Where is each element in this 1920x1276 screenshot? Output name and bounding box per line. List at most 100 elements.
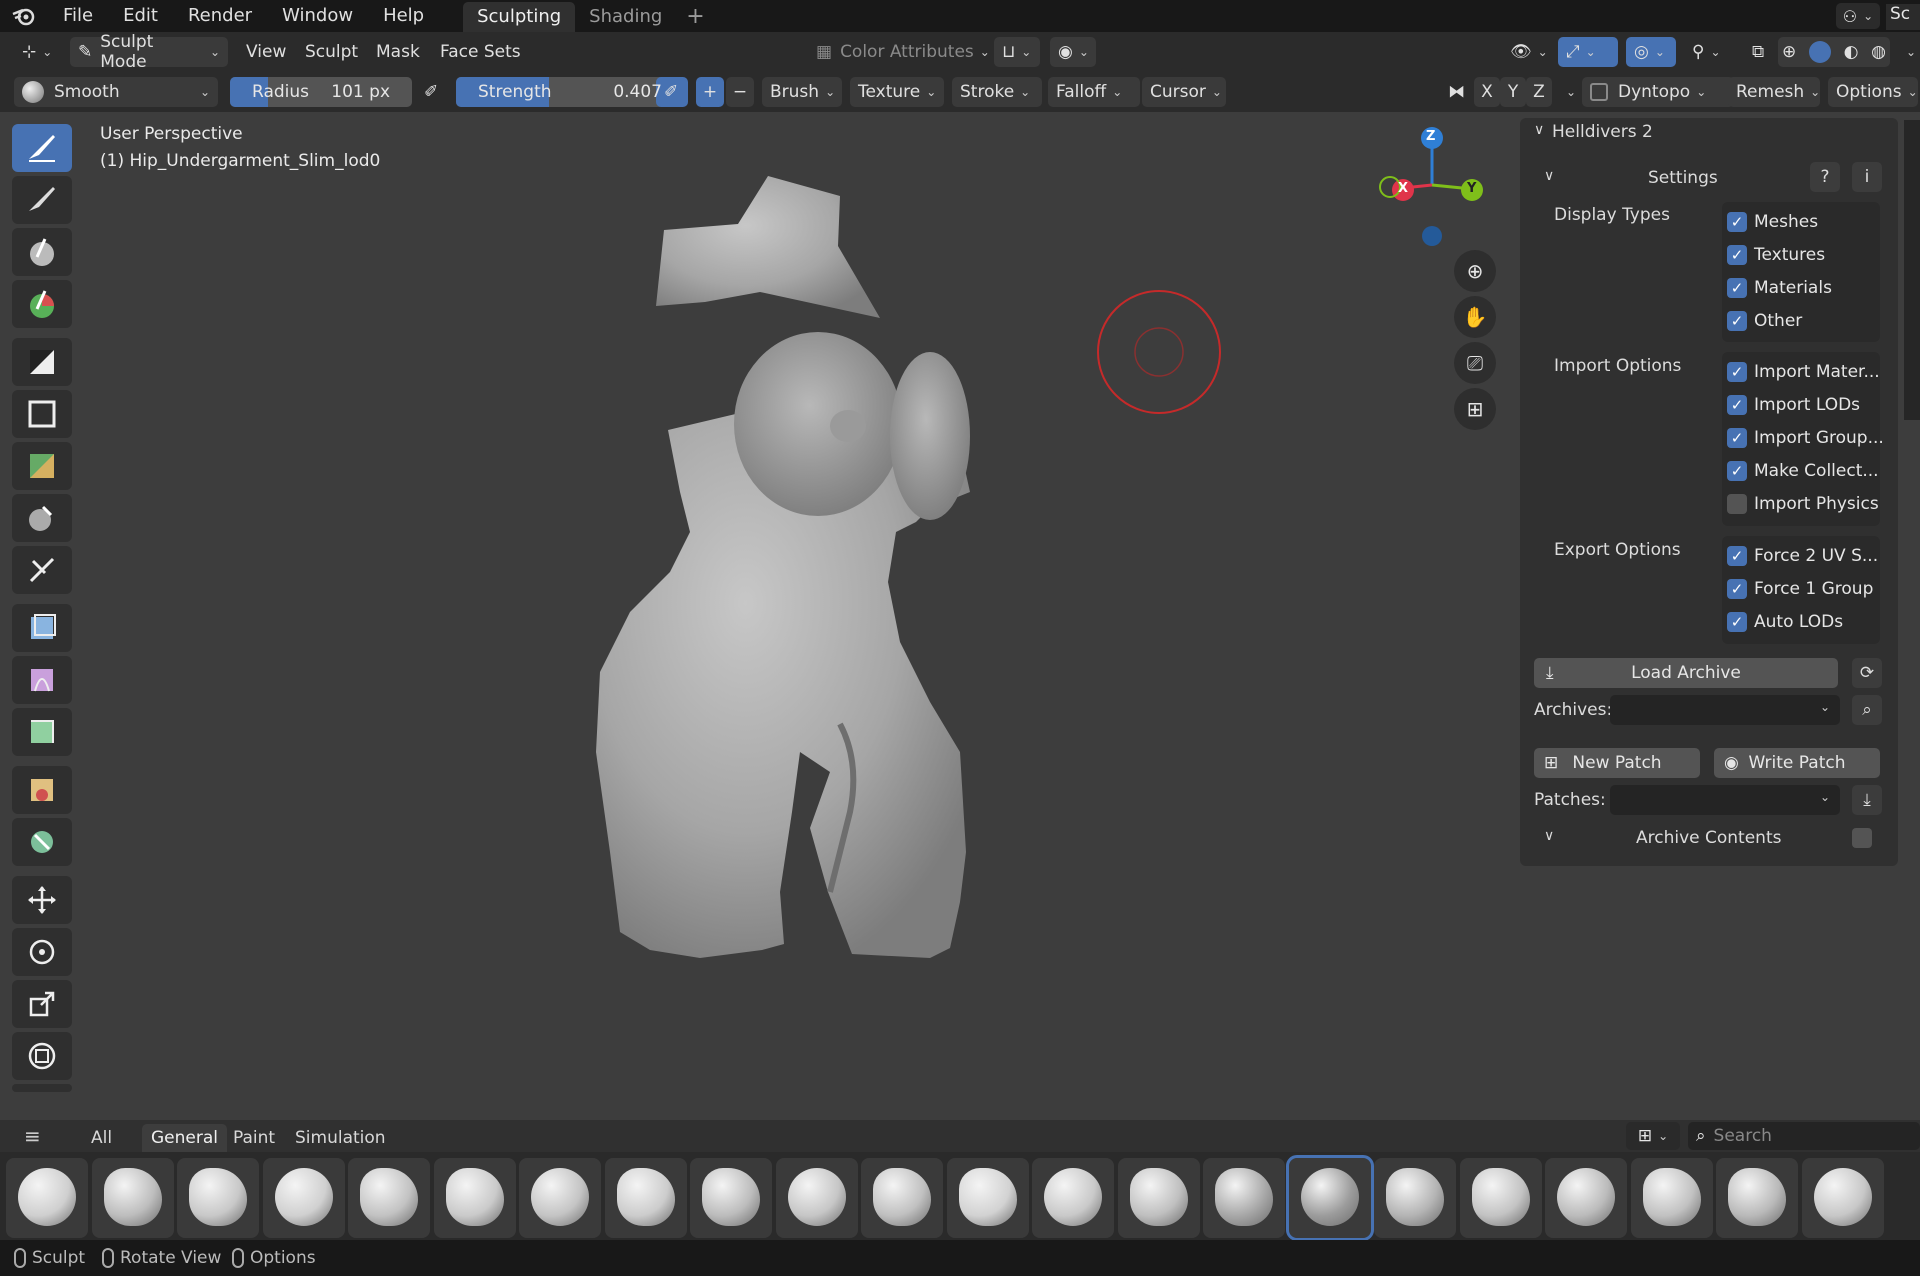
menu-edit[interactable]: Edit	[108, 0, 173, 32]
direction-add-button[interactable]: +	[696, 77, 724, 107]
scale-icon[interactable]	[12, 980, 72, 1028]
solid-shading-icon[interactable]	[1808, 41, 1831, 63]
brush-thumbnail[interactable]	[1117, 1158, 1200, 1238]
brush-thumbnail[interactable]	[1630, 1158, 1713, 1238]
brush-thumbnail[interactable]	[1716, 1158, 1798, 1238]
make-collections-checkbox[interactable]: ✓	[1727, 461, 1747, 481]
direction-subtract-button[interactable]: −	[726, 77, 754, 107]
force-1-group-checkbox[interactable]: ✓	[1727, 579, 1747, 599]
scene-selector[interactable]: ⚇ ⌄	[1836, 3, 1880, 29]
transform-icon[interactable]	[12, 1032, 72, 1080]
brush-thumbnail[interactable]	[91, 1158, 174, 1238]
refresh-icon[interactable]: ⟳	[1852, 658, 1882, 688]
brush-tool-icon[interactable]	[12, 124, 72, 172]
blender-logo-icon[interactable]	[0, 0, 48, 32]
brush-thumbnail[interactable]	[690, 1158, 772, 1238]
shelf-tab-all[interactable]: All	[82, 1124, 121, 1152]
shelf-tab-general[interactable]: General	[142, 1124, 227, 1152]
perspective-grid-icon[interactable]: ⊞	[1454, 388, 1496, 430]
mirror-y-toggle[interactable]: Y	[1500, 77, 1526, 107]
patches-dropdown[interactable]: ⌄	[1610, 785, 1840, 815]
archive-contents-header[interactable]: Archive Contents	[1636, 828, 1781, 848]
line-project-icon[interactable]	[12, 546, 72, 594]
brush-thumbnail[interactable]	[348, 1158, 430, 1238]
brush-thumbnail[interactable]	[1801, 1158, 1884, 1238]
import-lods-checkbox[interactable]: ✓	[1727, 395, 1747, 415]
search-icon[interactable]: ⌕	[1852, 695, 1882, 725]
brush-thumbnail[interactable]	[177, 1158, 259, 1238]
brush-thumbnail[interactable]	[1203, 1158, 1285, 1238]
mirror-options-button[interactable]: ⌄	[1552, 77, 1576, 107]
chevron-down-icon[interactable]: ∨	[1534, 122, 1544, 138]
meshes-checkbox[interactable]: ✓	[1727, 212, 1747, 232]
load-archive-button[interactable]: ⤓ Load Archive	[1534, 658, 1838, 688]
xray-button[interactable]: ⚲ ⌄	[1684, 37, 1734, 67]
gizmo-neg-z-ball[interactable]	[1422, 226, 1442, 246]
import-groups-checkbox[interactable]: ✓	[1727, 428, 1747, 448]
write-patch-button[interactable]: ◉ Write Patch	[1714, 748, 1880, 778]
options-dropdown[interactable]: Options ⌄	[1828, 77, 1918, 107]
menu-mask[interactable]: Mask	[368, 37, 428, 67]
brush-thumbnail[interactable]	[433, 1158, 516, 1238]
brush-thumbnail[interactable]	[1374, 1158, 1456, 1238]
info-icon[interactable]: i	[1852, 162, 1882, 192]
color-attributes-dropdown[interactable]: ▦ Color Attributes ⌄	[808, 37, 998, 67]
brush-thumbnail[interactable]	[775, 1158, 858, 1238]
box-trim-icon[interactable]	[12, 494, 72, 542]
chevron-down-icon[interactable]: ∨	[1544, 168, 1554, 184]
archives-dropdown[interactable]: ⌄	[1610, 695, 1840, 725]
brush-thumbnail[interactable]	[1459, 1158, 1542, 1238]
radius-slider[interactable]: Radius 101 px	[230, 77, 412, 107]
color-filter-icon[interactable]	[12, 708, 72, 756]
archive-contents-checkbox[interactable]	[1852, 828, 1872, 848]
brush-thumbnail[interactable]	[604, 1158, 687, 1238]
shelf-tab-paint[interactable]: Paint	[224, 1124, 284, 1152]
brush-selector[interactable]: Smooth ⌄	[14, 77, 218, 107]
visibility-button[interactable]: 👁 ⌄	[1502, 37, 1548, 67]
symmetry-button[interactable]: ⊔ ⌄	[994, 37, 1040, 67]
brush-thumbnail[interactable]	[519, 1158, 601, 1238]
mesh-filter-icon[interactable]	[12, 604, 72, 652]
dyntopo-dropdown[interactable]: Dyntopo ⌄	[1582, 77, 1734, 107]
mode-selector[interactable]: ✎ Sculpt Mode ⌄	[70, 32, 228, 72]
brush-thumbnail[interactable]	[1285, 1155, 1374, 1241]
editor-type-button[interactable]: ⊹ ⌄	[14, 37, 60, 67]
new-patch-button[interactable]: ⊞ New Patch	[1534, 748, 1700, 778]
brush-thumbnail[interactable]	[262, 1158, 345, 1238]
brush-thumbnail[interactable]	[861, 1158, 943, 1238]
other-checkbox[interactable]: ✓	[1727, 311, 1747, 331]
cursor-dropdown[interactable]: Cursor ⌄	[1142, 77, 1226, 107]
tab-shading[interactable]: Shading	[575, 2, 676, 32]
add-workspace-button[interactable]: +	[676, 4, 714, 29]
dyntopo-checkbox[interactable]	[1590, 83, 1608, 101]
brush-thumbnail[interactable]	[1545, 1158, 1627, 1238]
cloth-filter-icon[interactable]	[12, 656, 72, 704]
import-physics-checkbox[interactable]	[1727, 494, 1747, 514]
paint-brush-icon[interactable]	[12, 176, 72, 224]
pan-hand-icon[interactable]: ✋	[1454, 296, 1496, 338]
wireframe-shading-icon[interactable]: ⊕	[1782, 42, 1796, 62]
scene-name[interactable]: Sc	[1886, 4, 1920, 30]
box-mask-icon[interactable]	[12, 338, 72, 386]
brush-dropdown[interactable]: Brush ⌄	[762, 77, 842, 107]
auto-lods-checkbox[interactable]: ✓	[1727, 612, 1747, 632]
rendered-shading-icon[interactable]: ◍	[1871, 42, 1886, 62]
menu-view[interactable]: View	[238, 37, 294, 67]
shading-modes[interactable]: ⊕ ◐ ◍	[1778, 37, 1890, 67]
mask-by-color-icon[interactable]	[12, 818, 72, 866]
remesh-dropdown[interactable]: Remesh ⌄	[1728, 77, 1820, 107]
box-hide-icon[interactable]	[12, 390, 72, 438]
annotate-icon[interactable]	[12, 1084, 72, 1092]
shelf-tab-simulation[interactable]: Simulation	[286, 1124, 395, 1152]
draw-circle-brush-icon[interactable]	[12, 228, 72, 276]
force-2-uv-checkbox[interactable]: ✓	[1727, 546, 1747, 566]
download-icon[interactable]: ⤓	[1852, 785, 1882, 815]
falloff-dropdown[interactable]: Falloff ⌄	[1048, 77, 1140, 107]
import-materials-checkbox[interactable]: ✓	[1727, 362, 1747, 382]
textures-checkbox[interactable]: ✓	[1727, 245, 1747, 265]
brush-thumbnail[interactable]	[6, 1158, 88, 1238]
settings-header[interactable]: Settings	[1648, 168, 1718, 188]
zoom-icon[interactable]: ⊕	[1454, 250, 1496, 292]
toggle-xray-button[interactable]: ⧉	[1744, 37, 1774, 67]
help-icon[interactable]: ?	[1810, 162, 1840, 192]
